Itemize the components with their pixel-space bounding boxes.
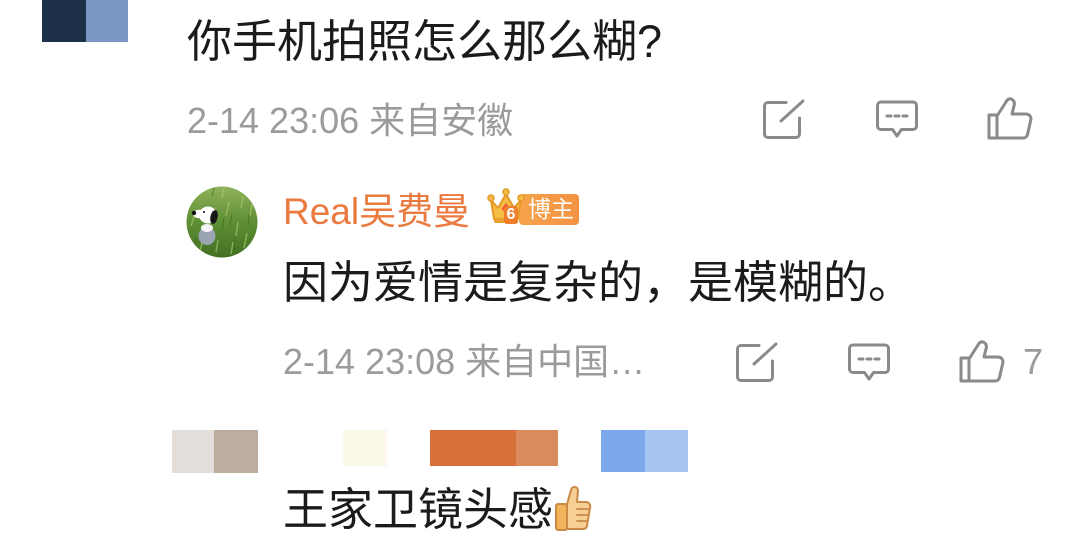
comment-text[interactable]: 你手机拍照怎么那么糊?	[187, 19, 662, 64]
like-count: 7	[1023, 341, 1044, 382]
reply-text[interactable]: 因为爱情是复杂的，是模糊的。	[283, 260, 913, 305]
comment-source: 来自安徽	[369, 100, 514, 141]
reply-meta: 2-14 23:08 来自中国…	[283, 344, 645, 380]
mosaic-block	[214, 430, 258, 473]
mosaic-block	[601, 430, 645, 472]
mosaic-block	[343, 430, 387, 466]
mosaic-block	[42, 0, 86, 42]
user-level: 6	[504, 206, 518, 224]
comment-icon[interactable]	[847, 342, 891, 384]
mosaic-block	[645, 430, 688, 472]
mosaic-block	[516, 430, 558, 466]
reply-source: 来自中国…	[465, 341, 646, 382]
reply-time: 2-14 23:08	[283, 341, 456, 382]
blogger-badge: 博主	[519, 194, 579, 225]
like-icon[interactable]	[986, 95, 1034, 141]
share-icon[interactable]	[761, 99, 807, 141]
comment-meta: 2-14 23:06 来自安徽	[187, 103, 513, 139]
comment-time: 2-14 23:06	[187, 100, 360, 141]
share-icon[interactable]	[734, 342, 780, 384]
like-icon[interactable]	[958, 338, 1006, 384]
mosaic-block	[430, 430, 516, 466]
comment-icon[interactable]	[875, 99, 919, 141]
thumbs-up-emoji-icon	[553, 484, 593, 537]
author-name[interactable]: Real吴费曼	[283, 193, 470, 230]
mosaic-block	[172, 430, 214, 473]
avatar[interactable]	[186, 186, 258, 258]
mosaic-block	[86, 0, 128, 42]
second-reply-text[interactable]: 王家卫镜头感	[283, 487, 553, 532]
